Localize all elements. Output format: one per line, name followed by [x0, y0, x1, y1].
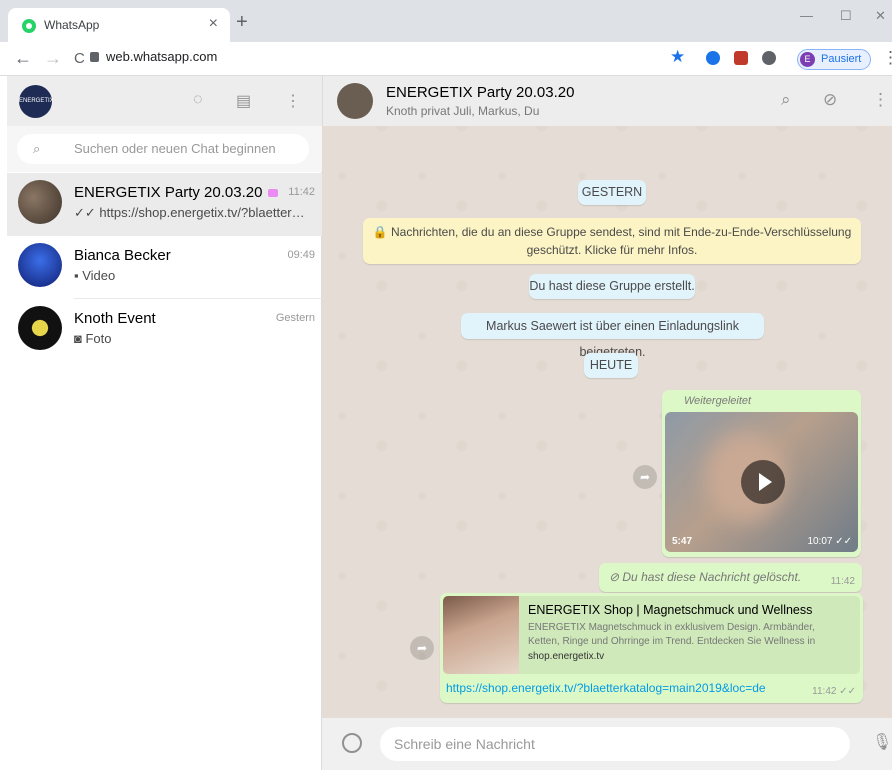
lock-icon [90, 52, 99, 62]
tab-strip: WhatsApp × + — ☐ ✕ [0, 0, 892, 42]
search-icon: ⌕ [33, 141, 41, 156]
message-time: 10:07 ✓✓ [807, 536, 852, 547]
reload-icon[interactable]: C [74, 50, 85, 67]
chat-list-item[interactable]: Bianca Becker 09:49 ▪ Video [7, 236, 322, 299]
search-placeholder: Suchen oder neuen Chat beginnen [74, 141, 276, 156]
whatsapp-icon [22, 19, 36, 33]
pdf-extension-icon[interactable] [734, 51, 748, 65]
video-message[interactable]: Weitergeleitet 5:47 10:07 ✓✓ [662, 390, 861, 557]
search-bar: ⌕ Suchen oder neuen Chat beginnen [7, 126, 322, 172]
encryption-notice[interactable]: 🔒 Nachrichten, die du an diese Gruppe se… [363, 218, 861, 264]
link-title: ENERGETIX Shop | Magnetschmuck und Welln… [528, 603, 813, 617]
forward-icon[interactable]: ➦ [633, 465, 657, 489]
new-tab-button[interactable]: + [236, 12, 248, 32]
forward-icon[interactable]: ➦ [410, 636, 434, 660]
date-divider: GESTERN [578, 180, 646, 205]
link-preview-image [443, 596, 519, 674]
chat-name: Bianca Becker [74, 247, 171, 264]
chat-time: 11:42 [288, 186, 315, 198]
group-avatar[interactable] [337, 83, 373, 119]
profile-avatar: E [800, 52, 815, 67]
my-avatar[interactable]: ENERGETIX [19, 85, 54, 118]
window-close-icon[interactable]: ✕ [875, 8, 886, 24]
conversation-header[interactable]: ENERGETIX Party 20.03.20 Knoth privat Ju… [322, 76, 892, 126]
extension-icon[interactable] [706, 51, 720, 65]
system-message: Du hast diese Gruppe erstellt. [529, 274, 695, 299]
search-icon[interactable]: ⌕ [781, 90, 791, 110]
link-description: ENERGETIX Magnetschmuck in exklusivem De… [528, 622, 816, 647]
date-divider: HEUTE [584, 353, 638, 378]
close-tab-icon[interactable]: × [209, 15, 218, 33]
group-members: Knoth privat Juli, Markus, Du [386, 104, 540, 118]
search-input[interactable]: ⌕ Suchen oder neuen Chat beginnen [17, 134, 309, 164]
browser-window: WhatsApp × + — ☐ ✕ ← → C web.whatsapp.co… [0, 0, 892, 770]
forward-icon[interactable]: → [44, 48, 62, 69]
link-preview[interactable]: ENERGETIX Shop | Magnetschmuck und Welln… [443, 596, 860, 674]
chat-time: Gestern [275, 312, 315, 324]
deleted-message[interactable]: ⊘ Du hast diese Nachricht gelöscht. 11:4… [599, 563, 862, 592]
emoji-icon[interactable] [342, 733, 362, 753]
browser-toolbar: ← → C web.whatsapp.com ★ E Pausiert ⋮ [0, 42, 892, 76]
profile-status: Pausiert [821, 53, 862, 65]
bookmark-star-icon[interactable]: ★ [670, 47, 685, 67]
minimize-icon[interactable]: — [800, 8, 813, 23]
new-chat-icon[interactable]: ▤ [236, 91, 251, 111]
status-icon[interactable]: ◌ [193, 91, 203, 109]
label-icon [268, 189, 279, 197]
group-name: ENERGETIX Party 20.03.20 [386, 84, 575, 101]
chat-avatar [18, 243, 62, 287]
message-placeholder: Schreib eine Nachricht [394, 736, 535, 752]
attach-icon[interactable]: ⊘ [823, 90, 837, 110]
chat-time: 09:49 [287, 249, 315, 261]
link-domain: shop.energetix.tv [528, 651, 605, 662]
menu-icon[interactable]: ⋮ [872, 90, 889, 110]
back-icon[interactable]: ← [14, 48, 32, 69]
message-time: 11:42 ✓✓ [812, 686, 856, 697]
chat-preview: ◙ Foto [74, 331, 112, 346]
menu-icon[interactable]: ⋮ [285, 91, 301, 111]
address-bar[interactable]: web.whatsapp.com [106, 49, 217, 64]
play-icon[interactable] [741, 460, 785, 504]
video-duration: 5:47 [672, 536, 693, 547]
system-message: Markus Saewert ist über einen Einladungs… [461, 313, 764, 359]
chat-list-item[interactable]: ENERGETIX Party 20.03.20 11:42 ✓✓ https:… [7, 173, 322, 236]
chat-preview: ▪ Video [74, 268, 116, 283]
link-message[interactable]: ENERGETIX Shop | Magnetschmuck und Welln… [440, 593, 863, 703]
browser-tab[interactable]: WhatsApp × [8, 8, 230, 42]
chat-list-item[interactable]: Knoth Event Gestern ◙ Foto [7, 299, 322, 362]
forwarded-label: Weitergeleitet [684, 395, 752, 407]
sidebar-header: ENERGETIX ◌ ▤ ⋮ [7, 76, 322, 126]
conversation-panel: ENERGETIX Party 20.03.20 Knoth privat Ju… [322, 76, 892, 770]
chat-preview: ✓✓ https://shop.energetix.tv/?blaetterka… [74, 205, 310, 220]
chat-avatar [18, 180, 62, 224]
whatsapp-app: ENERGETIX ◌ ▤ ⋮ ⌕ Suchen oder neuen Chat… [7, 76, 892, 770]
extension-icon[interactable] [762, 51, 776, 65]
message-time: 11:42 [830, 576, 855, 587]
video-thumbnail[interactable]: 5:47 10:07 ✓✓ [665, 412, 858, 552]
sidebar: ENERGETIX ◌ ▤ ⋮ ⌕ Suchen oder neuen Chat… [7, 76, 322, 770]
chat-name: ENERGETIX Party 20.03.20 [74, 184, 279, 201]
maximize-icon[interactable]: ☐ [840, 8, 852, 24]
chat-name: Knoth Event [74, 310, 156, 327]
message-composer: Schreib eine Nachricht 🎙 [322, 718, 892, 770]
profile-button[interactable]: E Pausiert [797, 49, 871, 70]
microphone-icon[interactable]: 🎙 [872, 732, 892, 752]
message-link[interactable]: https://shop.energetix.tv/?blaetterkatal… [446, 681, 766, 695]
message-input[interactable]: Schreib eine Nachricht [380, 727, 850, 761]
chat-avatar [18, 306, 62, 350]
browser-menu-icon[interactable]: ⋮ [882, 48, 892, 68]
tab-title: WhatsApp [44, 18, 100, 32]
deleted-text: ⊘ Du hast diese Nachricht gelöscht. [609, 570, 802, 584]
